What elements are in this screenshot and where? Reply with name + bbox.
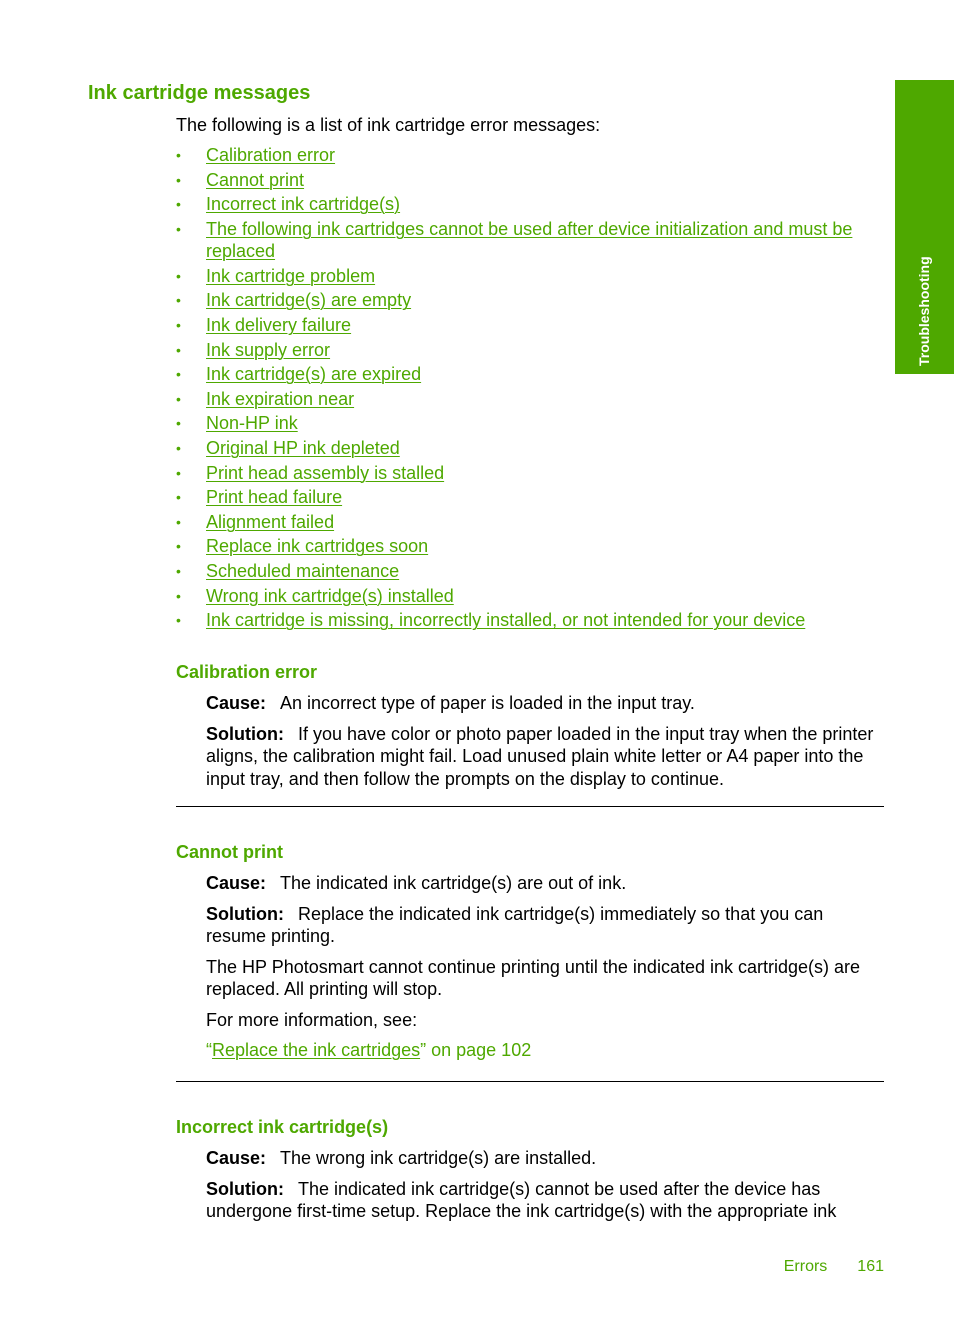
solution-paragraph: Solution: Replace the indicated ink cartr… (176, 903, 884, 948)
toc-link-non-hp-ink[interactable]: Non-HP ink (206, 413, 298, 433)
cause-label: Cause: (206, 873, 267, 893)
toc-link-cartridges-expired[interactable]: Ink cartridge(s) are expired (206, 364, 421, 384)
bullet-icon: • (176, 464, 181, 481)
toc-item: • Ink cartridge is missing, incorrectly i… (176, 609, 876, 632)
page-title: Ink cartridge messages (88, 82, 311, 104)
side-tab-label: Troubleshooting (916, 256, 932, 366)
toc-item: • Replace ink cartridges soon (176, 535, 876, 558)
bullet-icon: • (176, 612, 181, 629)
toc-link-ink-expiration-near[interactable]: Ink expiration near (206, 389, 354, 409)
solution-paragraph: Solution: If you have color or photo pape… (176, 723, 884, 791)
solution-text: Replace the indicated ink cartridge(s) i… (206, 903, 824, 947)
bullet-icon: • (176, 147, 181, 163)
bullet-icon: • (176, 196, 181, 213)
toc-link-original-hp-ink-depleted[interactable]: Original HP ink depleted (206, 438, 400, 458)
toc-item: • Ink delivery failure (176, 314, 876, 337)
solution-text: If you have color or photo paper loaded … (206, 723, 874, 789)
cross-reference: “Replace the ink cartridges” on page 102 (176, 1039, 884, 1062)
page-number: 161 (857, 1258, 884, 1275)
toc-item: • Incorrect ink cartridge(s) (176, 193, 876, 216)
bullet-icon: • (176, 587, 181, 604)
bullet-icon: • (176, 563, 181, 579)
solution-paragraph: Solution: The indicated ink cartridge(s) … (176, 1178, 884, 1223)
toc-link-scheduled-maintenance[interactable]: Scheduled maintenance (206, 561, 399, 581)
more-info-text: For more information, see: (206, 1009, 418, 1030)
bullet-icon: • (176, 538, 181, 555)
toc-item: • Calibration error (176, 144, 876, 167)
toc-item: • Alignment failed (176, 511, 876, 534)
solution-label: Solution: (206, 1178, 284, 1199)
toc-item: • Ink cartridge(s) are empty (176, 289, 876, 312)
toc-link-wrong-cartridges-installed[interactable]: Wrong ink cartridge(s) installed (206, 586, 454, 606)
toc-item: • Print head assembly is stalled (176, 462, 876, 485)
toc-item: • The following ink cartridges cannot be … (176, 218, 876, 263)
cause-text: The wrong ink cartridge(s) are installed… (280, 1148, 597, 1168)
toc-link-cannot-print[interactable]: Cannot print (206, 170, 304, 190)
bullet-icon: • (176, 390, 181, 407)
cause-text: The indicated ink cartridge(s) are out o… (280, 873, 627, 893)
toc-item: • Non-HP ink (176, 412, 876, 435)
toc-link-cartridge-missing[interactable]: Ink cartridge is missing, incorrectly in… (206, 610, 805, 630)
solution-text: The indicated ink cartridge(s) cannot be… (206, 1178, 837, 1222)
side-tab: Troubleshooting (895, 80, 954, 374)
page-reference: on page 102 (426, 1040, 532, 1060)
bullet-icon: • (176, 440, 181, 457)
toc-link-print-head-failure[interactable]: Print head failure (206, 487, 342, 507)
solution-label: Solution: (206, 903, 284, 924)
bullet-icon: • (176, 220, 181, 237)
toc-link-ink-cartridge-problem[interactable]: Ink cartridge problem (206, 266, 375, 286)
bullet-icon: • (176, 366, 181, 383)
section-calibration-error: Calibration error Cause: An incorrect typ… (176, 661, 884, 790)
intro-text: The following is a list of ink cartridge… (176, 115, 601, 135)
cause-paragraph: Cause: The wrong ink cartridge(s) are ins… (176, 1147, 884, 1170)
footer-section-name: Errors (783, 1258, 828, 1275)
toc-link-alignment-failed[interactable]: Alignment failed (206, 512, 334, 532)
toc-link-incorrect-ink-cartridges[interactable]: Incorrect ink cartridge(s) (206, 194, 400, 214)
section-heading: Calibration error (176, 662, 318, 682)
cause-label: Cause: (206, 1148, 267, 1168)
toc-link-cannot-be-used-after-init[interactable]: The following ink cartridges cannot be u… (206, 219, 852, 262)
toc-item: • Ink supply error (176, 339, 876, 362)
toc-item: • Cannot print (176, 169, 876, 192)
toc-item: • Ink cartridge(s) are expired (176, 363, 876, 386)
cause-label: Cause: (206, 693, 267, 713)
section-heading: Incorrect ink cartridge(s) (176, 1117, 389, 1137)
solution-label: Solution: (206, 723, 284, 744)
bullet-icon: • (176, 513, 181, 530)
toc-item: • Ink expiration near (176, 388, 876, 411)
toc-link-ink-supply-error[interactable]: Ink supply error (206, 340, 330, 360)
bullet-icon: • (176, 489, 181, 506)
section-heading: Cannot print (176, 842, 283, 862)
page-footer: Errors 161 (784, 1257, 884, 1277)
bullet-icon: • (176, 292, 181, 309)
cause-paragraph: Cause: The indicated ink cartridge(s) are… (176, 872, 884, 895)
bullet-icon: • (176, 317, 181, 334)
cause-paragraph: Cause: An incorrect type of paper is load… (176, 692, 884, 715)
bullet-icon: • (176, 415, 181, 432)
toc-link-print-head-stalled[interactable]: Print head assembly is stalled (206, 463, 444, 483)
section-cannot-print: Cannot print Cause: The indicated ink car… (176, 841, 884, 1062)
toc-item: • Print head failure (176, 486, 876, 509)
bullet-icon: • (176, 267, 181, 284)
cause-text: An incorrect type of paper is loaded in … (280, 693, 695, 713)
toc-list: • Calibration error • Cannot print • Incorr… (176, 144, 876, 634)
toc-link-ink-delivery-failure[interactable]: Ink delivery failure (206, 315, 351, 335)
section-divider (176, 806, 884, 807)
section-incorrect-ink-cartridges: Incorrect ink cartridge(s) Cause: The wro… (176, 1116, 884, 1223)
toc-link-calibration-error[interactable]: Calibration error (206, 145, 335, 165)
bullet-icon: • (176, 171, 181, 188)
replace-ink-cartridges-link[interactable]: Replace the ink cartridges (212, 1040, 420, 1060)
toc-link-cartridges-empty[interactable]: Ink cartridge(s) are empty (206, 290, 411, 310)
toc-item: • Original HP ink depleted (176, 437, 876, 460)
toc-link-replace-cartridges-soon[interactable]: Replace ink cartridges soon (206, 536, 428, 556)
section-divider (176, 1081, 884, 1082)
toc-item: • Wrong ink cartridge(s) installed (176, 585, 876, 608)
body-paragraph: The HP Photosmart cannot continue printi… (206, 956, 861, 1000)
toc-item: • Scheduled maintenance (176, 560, 876, 583)
bullet-icon: • (176, 341, 181, 358)
toc-item: • Ink cartridge problem (176, 265, 876, 288)
